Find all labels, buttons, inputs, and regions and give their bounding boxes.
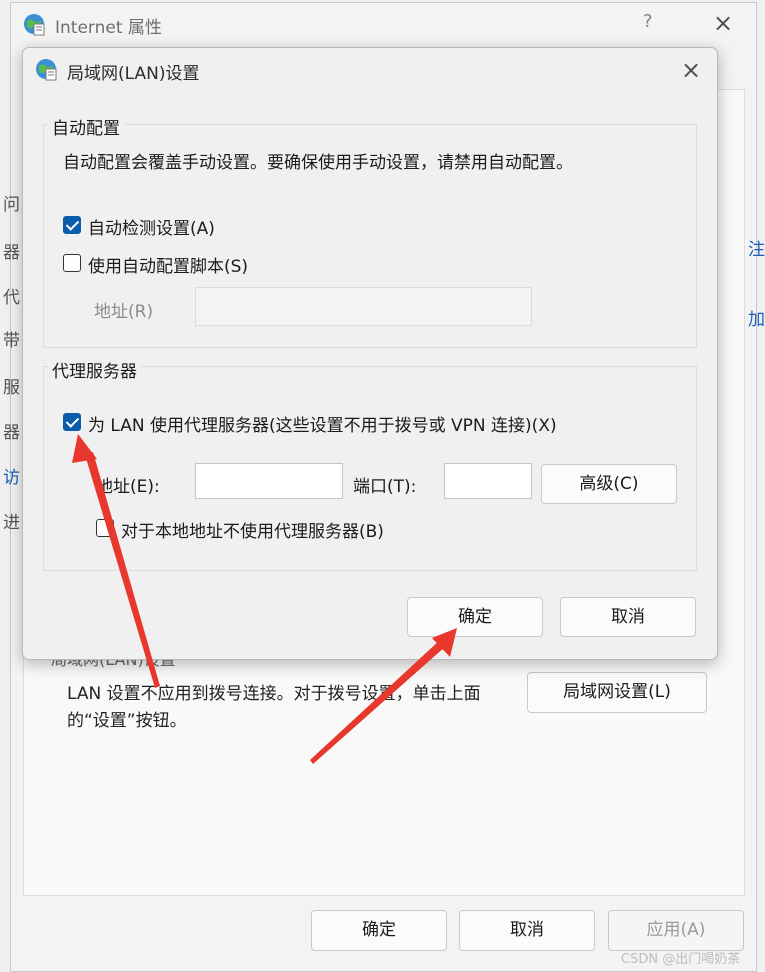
arrow-head-icon: [72, 434, 97, 463]
annotation-arrows: [72, 434, 457, 764]
arrow-shaft: [85, 452, 160, 688]
arrow-shaft: [310, 640, 446, 764]
watermark: CSDN @出门喝奶茶: [621, 952, 741, 967]
